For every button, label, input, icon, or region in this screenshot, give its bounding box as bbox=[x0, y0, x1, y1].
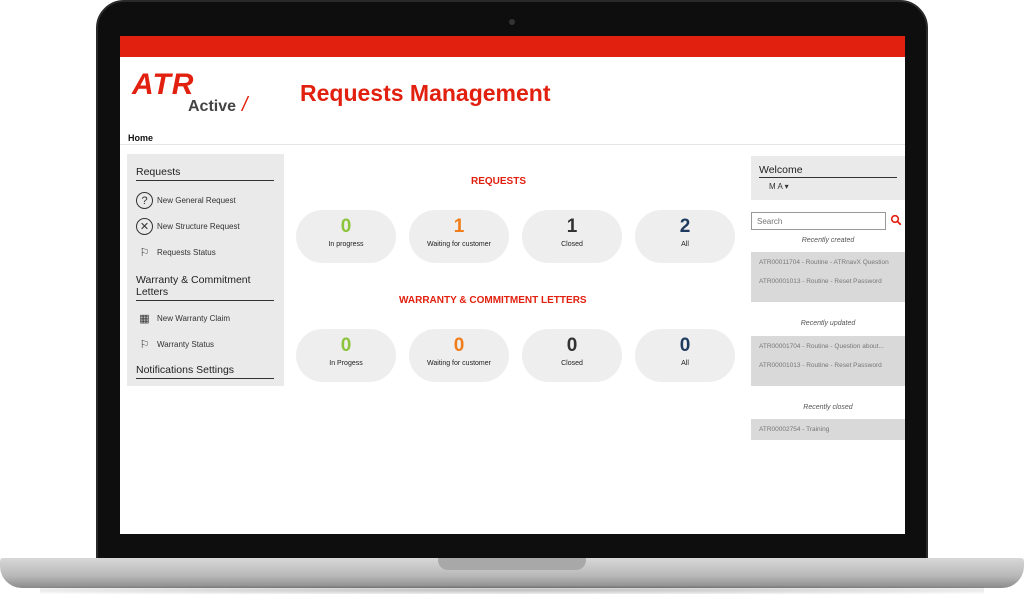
stat-value: 0 bbox=[340, 216, 352, 237]
sidebar-item-label: Warranty Status bbox=[157, 340, 215, 349]
stat-label: Waiting for customer bbox=[427, 241, 491, 248]
camera bbox=[509, 19, 515, 25]
header-divider bbox=[120, 144, 905, 145]
sidebar: Requests ? New General Request ✕ New Str… bbox=[127, 154, 284, 386]
welcome-panel: Welcome M A ▾ bbox=[751, 156, 905, 200]
stat-label: Closed bbox=[561, 360, 583, 367]
logo-brand: ATR bbox=[132, 68, 195, 101]
question-bulb-icon: ? bbox=[136, 192, 153, 209]
recently-updated-list: ATR00001704 - Routine - Question about..… bbox=[751, 336, 905, 386]
recently-updated-label: Recently updated bbox=[800, 320, 856, 327]
warranty-closed-card[interactable]: 0 Closed bbox=[522, 329, 622, 382]
recent-item[interactable]: ATR00001704 - Routine - Question about..… bbox=[759, 343, 884, 350]
laptop-shadow bbox=[40, 586, 984, 594]
breadcrumb-home[interactable]: Home bbox=[128, 133, 153, 143]
page-title: Requests Management bbox=[300, 80, 551, 106]
requests-closed-card[interactable]: 1 Closed bbox=[522, 210, 622, 263]
recently-closed-label: Recently closed bbox=[803, 404, 853, 411]
sidebar-item-label: New General Request bbox=[157, 196, 236, 205]
tools-icon: ✕ bbox=[136, 218, 153, 235]
stat-value: 0 bbox=[566, 335, 578, 356]
warranty-section-title: WARRANTY & COMMITMENT LETTERS bbox=[399, 295, 587, 306]
sidebar-item-new-warranty-claim[interactable]: ▦ New Warranty Claim bbox=[136, 310, 230, 327]
welcome-title: Welcome bbox=[759, 164, 897, 178]
flag-icon: ⚐ bbox=[139, 339, 150, 351]
stat-label: All bbox=[681, 241, 689, 248]
requests-in-progress-card[interactable]: 0 In progress bbox=[296, 210, 396, 263]
sidebar-item-warranty-status[interactable]: ⚐ Warranty Status bbox=[136, 336, 215, 353]
stat-value: 0 bbox=[679, 335, 691, 356]
laptop-notch bbox=[438, 558, 586, 570]
sidebar-heading-warranty: Warranty & Commitment Letters bbox=[136, 274, 274, 301]
logo-swoosh-icon: / bbox=[242, 94, 248, 116]
recently-created-label: Recently created bbox=[801, 237, 855, 244]
warranty-waiting-card[interactable]: 0 Waiting for customer bbox=[409, 329, 509, 382]
recent-item[interactable]: ATR00001013 - Routine - Reset Password bbox=[759, 278, 882, 285]
flag-icon: ⚐ bbox=[139, 247, 150, 259]
top-bar bbox=[120, 36, 905, 57]
user-menu[interactable]: M A ▾ bbox=[769, 182, 789, 191]
recent-item[interactable]: ATR00011704 - Routine - ATRnavX Question bbox=[759, 259, 889, 266]
atr-logo[interactable]: ATR Active / bbox=[130, 68, 270, 128]
recently-closed-list: ATR00002754 - Training bbox=[751, 419, 905, 440]
recently-created-list: ATR00011704 - Routine - ATRnavX Question… bbox=[751, 252, 905, 302]
recent-item[interactable]: ATR00002754 - Training bbox=[759, 426, 829, 433]
sidebar-item-label: New Warranty Claim bbox=[157, 314, 231, 323]
sidebar-item-new-general-request[interactable]: ? New General Request bbox=[136, 192, 236, 209]
sidebar-item-requests-status[interactable]: ⚐ Requests Status bbox=[136, 244, 216, 261]
stat-value: 0 bbox=[453, 335, 465, 356]
recent-item[interactable]: ATR00001013 - Routine - Reset Password bbox=[759, 362, 882, 369]
requests-all-card[interactable]: 2 All bbox=[635, 210, 735, 263]
stat-label: Closed bbox=[561, 241, 583, 248]
requests-section-title: REQUESTS bbox=[471, 176, 527, 187]
sidebar-item-new-structure-request[interactable]: ✕ New Structure Request bbox=[136, 218, 240, 235]
warranty-all-card[interactable]: 0 All bbox=[635, 329, 735, 382]
sidebar-heading-requests: Requests bbox=[136, 166, 274, 181]
logo-sub: Active bbox=[188, 98, 237, 115]
requests-waiting-card[interactable]: 1 Waiting for customer bbox=[409, 210, 509, 263]
stat-label: Waiting for customer bbox=[427, 360, 491, 367]
stat-value: 1 bbox=[566, 216, 578, 237]
stat-label: In progress bbox=[328, 241, 364, 248]
stat-value: 1 bbox=[453, 216, 465, 237]
sidebar-item-label: Requests Status bbox=[157, 248, 216, 257]
calculator-icon: ▦ bbox=[139, 313, 150, 325]
sidebar-item-notifications-settings[interactable]: Notifications Settings bbox=[136, 364, 274, 379]
warranty-in-progress-card[interactable]: 0 In Progess bbox=[296, 329, 396, 382]
app-screen: ATR Active / Requests Management Home Re… bbox=[120, 36, 905, 534]
stat-value: 0 bbox=[340, 335, 352, 356]
stat-label: All bbox=[681, 360, 689, 367]
search-icon[interactable] bbox=[890, 214, 902, 226]
stat-value: 2 bbox=[679, 216, 691, 237]
stat-label: In Progess bbox=[329, 360, 363, 367]
search-input[interactable] bbox=[751, 212, 886, 230]
sidebar-item-label: New Structure Request bbox=[157, 222, 240, 231]
